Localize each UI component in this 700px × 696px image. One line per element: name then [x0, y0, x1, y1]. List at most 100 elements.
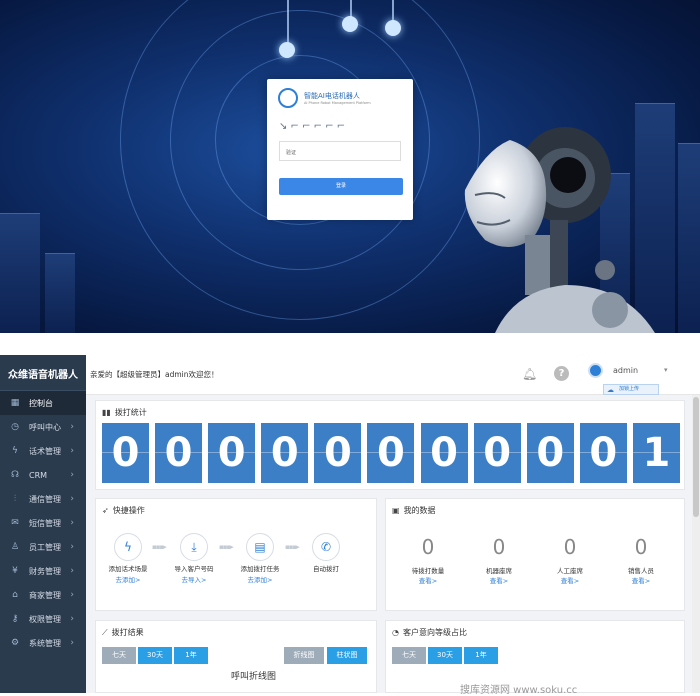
counter-digit: 0: [579, 423, 627, 483]
user-icon: ♙: [10, 542, 20, 552]
avatar[interactable]: [588, 363, 603, 378]
login-button[interactable]: 登录: [279, 178, 403, 195]
stat-value: 0: [492, 535, 506, 559]
scrollbar[interactable]: [692, 395, 700, 693]
building: [678, 143, 700, 333]
counter-digit: 0: [155, 423, 203, 483]
bar-chart-icon: ▮▮: [102, 408, 111, 417]
login-background: 智能AI电话机器人 AI Phone Robot Management Plat…: [0, 0, 700, 333]
sidebar: 众维语音机器人 ▦ 控制台 ◷ 呼叫中心 › ϟ 话术管理 › ☊ CRM › ⫶ 通信管理 › …: [0, 355, 86, 693]
sidebar-item-label: 控制台: [29, 398, 53, 408]
quick-action-auto-dial[interactable]: ✆ 自动拨打: [301, 533, 351, 574]
sidebar-item-scripts[interactable]: ϟ 话术管理 ›: [0, 439, 86, 463]
dial-stats-panel: ▮▮ 拨打统计 0 0 0 0 0 0 0 0 0 0 1: [95, 400, 685, 490]
sidebar-item-label: 短信管理: [29, 518, 61, 528]
login-title: 智能AI电话机器人: [304, 92, 360, 100]
range-7days-button[interactable]: 七天: [102, 647, 136, 664]
stat-human-seats: 0 人工座席 查看>: [540, 535, 600, 585]
quick-action-import[interactable]: ⤓ 导入客户号码 去导入>: [164, 533, 224, 584]
sidebar-item-sms[interactable]: ✉ 短信管理 ›: [0, 511, 86, 535]
sidebar-item-permissions[interactable]: ⚷ 权限管理 ›: [0, 607, 86, 631]
stat-link[interactable]: 查看>: [540, 575, 600, 585]
building: [45, 253, 75, 333]
gear-icon: ⚙: [10, 638, 20, 648]
chevron-right-icon: ›: [70, 638, 74, 648]
upload-badge-label: 加锁上传: [619, 386, 640, 392]
upload-badge[interactable]: ☁ 加锁上传: [603, 384, 659, 395]
range-30days-button[interactable]: 30天: [428, 647, 462, 664]
sidebar-item-crm[interactable]: ☊ CRM ›: [0, 463, 86, 487]
sidebar-item-staff[interactable]: ♙ 员工管理 ›: [0, 535, 86, 559]
quick-action-link[interactable]: 去添加>: [98, 574, 158, 584]
bar-view-button[interactable]: 柱状图: [327, 647, 367, 664]
line-view-button[interactable]: 折线图: [284, 647, 324, 664]
task-icon: ▤: [246, 533, 274, 561]
login-subtitle: AI Phone Robot Management Platform: [304, 101, 371, 105]
stat-label: 机器座席: [486, 567, 512, 575]
quick-actions-panel: ➶ 快捷操作 ϟ 添加话术场景 去添加> ▪▪▪▸ ⤓ 导入客户号码 去导入> ▪…: [95, 498, 377, 611]
quick-action-label: 添加拨打任务: [240, 565, 280, 573]
arrow-icon: ▪▪▪▸: [285, 543, 300, 551]
stat-link[interactable]: 查看>: [469, 575, 529, 585]
chevron-right-icon: ›: [70, 542, 74, 552]
bell-icon[interactable]: 🔔︎: [522, 367, 537, 381]
username[interactable]: admin: [613, 366, 638, 375]
stat-link[interactable]: 查看>: [398, 575, 458, 585]
chevron-right-icon: ›: [70, 470, 74, 480]
scrollbar-thumb[interactable]: [693, 397, 699, 517]
store-icon: ⌂: [12, 590, 18, 600]
help-icon[interactable]: ?: [554, 366, 569, 381]
quick-action-add-script[interactable]: ϟ 添加话术场景 去添加>: [98, 533, 158, 584]
bolt-icon: ϟ: [114, 533, 142, 561]
counter-digit: 0: [208, 423, 256, 483]
range-7days-button[interactable]: 七天: [392, 647, 426, 664]
brand-title: 众维语音机器人: [0, 355, 86, 391]
quick-action-link[interactable]: 去添加>: [230, 574, 290, 584]
cloud-icon: ☁: [607, 386, 614, 394]
database-icon: ▣: [392, 506, 400, 515]
stat-value: 0: [634, 535, 648, 559]
sidebar-item-merchant[interactable]: ⌂ 商家管理 ›: [0, 583, 86, 607]
sidebar-item-label: 话术管理: [29, 446, 61, 456]
headset-icon: ☊: [11, 470, 19, 480]
quick-action-label: 自动拨打: [313, 565, 339, 573]
sidebar-item-label: 商家管理: [29, 590, 61, 600]
circuit-line: [392, 0, 394, 22]
stat-value: 0: [421, 535, 435, 559]
sidebar-item-call-center[interactable]: ◷ 呼叫中心 ›: [0, 415, 86, 439]
quick-action-label: 导入客户号码: [174, 565, 214, 573]
chevron-down-icon[interactable]: ▾: [664, 366, 668, 374]
sidebar-item-system[interactable]: ⚙ 系统管理 ›: [0, 631, 86, 655]
stat-link[interactable]: 查看>: [611, 575, 671, 585]
clock-icon: ◷: [11, 422, 19, 432]
counter-digit: 0: [367, 423, 415, 483]
sidebar-item-label: 财务管理: [29, 566, 61, 576]
sidebar-item-comms[interactable]: ⫶ 通信管理 ›: [0, 487, 86, 511]
building: [0, 213, 40, 333]
rocket-icon: ➶: [102, 506, 109, 515]
mail-icon: ✉: [11, 518, 19, 528]
download-icon: ⤓: [180, 533, 208, 561]
login-card: 智能AI电话机器人 AI Phone Robot Management Plat…: [267, 79, 413, 220]
stat-label: 销售人员: [628, 567, 654, 575]
range-30days-button[interactable]: 30天: [138, 647, 172, 664]
stat-value: 0: [563, 535, 577, 559]
stat-label: 待拨打数量: [411, 567, 445, 575]
stat-pending: 0 待拨打数量 查看>: [398, 535, 458, 585]
quick-action-label: 添加话术场景: [108, 565, 148, 573]
sidebar-item-dashboard[interactable]: ▦ 控制台: [0, 391, 86, 415]
range-1year-button[interactable]: 1年: [174, 647, 208, 664]
my-data-panel: ▣ 我的数据 0 待拨打数量 查看> 0 机器座席 查看> 0 人工座席 查看> …: [385, 498, 685, 611]
sidebar-item-finance[interactable]: ¥ 财务管理 ›: [0, 559, 86, 583]
sidebar-item-label: CRM: [29, 470, 48, 480]
captcha-image[interactable]: ↘ ⌐ ⌐ ⌐ ⌐ ⌐: [279, 119, 399, 133]
code-input[interactable]: 验证: [279, 141, 401, 161]
quick-action-link[interactable]: 去导入>: [164, 574, 224, 584]
counter-digit: 0: [314, 423, 362, 483]
stat-label: 人工座席: [557, 567, 583, 575]
range-1year-button[interactable]: 1年: [464, 647, 498, 664]
chevron-right-icon: ›: [70, 518, 74, 528]
dial-counter: 0 0 0 0 0 0 0 0 0 0 1: [102, 423, 680, 483]
dashboard-icon: ▦: [10, 398, 20, 408]
quick-action-add-task[interactable]: ▤ 添加拨打任务 去添加>: [230, 533, 290, 584]
